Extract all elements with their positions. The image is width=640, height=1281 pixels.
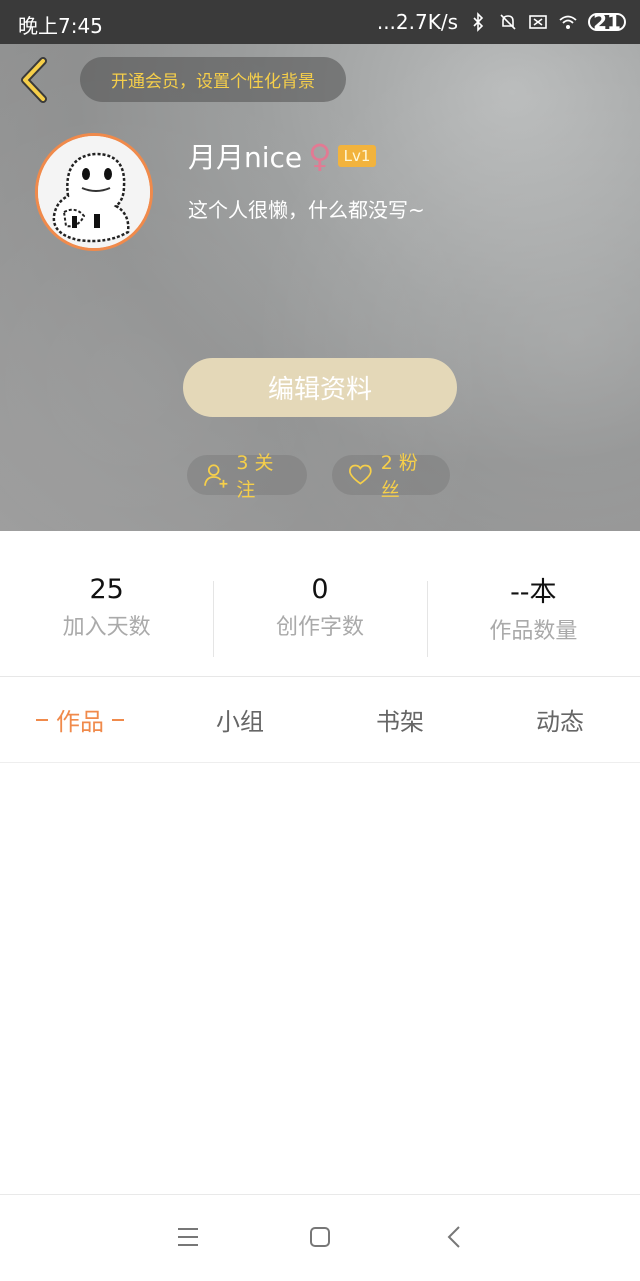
stats-row: 25 加入天数 0 创作字数 --本 作品数量	[0, 531, 640, 677]
followers-button[interactable]: 2 粉丝	[332, 452, 450, 501]
avatar-image	[38, 136, 150, 248]
edit-profile-button[interactable]: 编辑资料	[183, 358, 457, 417]
stat-label: 作品数量	[489, 619, 578, 644]
tab-label: 动态	[536, 708, 584, 736]
chevron-left-icon	[21, 57, 47, 103]
stat-value: --本	[510, 577, 557, 608]
username: 月月nice	[188, 141, 303, 174]
tab-label: 小组	[216, 708, 264, 736]
tab-works[interactable]: 作品	[0, 677, 160, 762]
active-indicator	[36, 718, 48, 721]
battery-icon: 21	[588, 10, 626, 34]
status-bar: 晚上7:45 ...2.7K/s 21	[0, 0, 640, 44]
chevron-left-icon	[447, 1226, 460, 1248]
user-add-icon	[204, 464, 228, 488]
tab-groups[interactable]: 小组	[160, 677, 320, 762]
menu-icon	[178, 1228, 198, 1246]
home-button[interactable]	[298, 1215, 342, 1259]
back-nav-button[interactable]	[432, 1215, 476, 1259]
status-icons: ...2.7K/s 21	[377, 10, 626, 34]
tab-content	[0, 763, 640, 1193]
stat-join-days: 25 加入天数	[0, 531, 213, 676]
stat-word-count: 0 创作字数	[213, 531, 426, 676]
tab-label: 书架	[376, 708, 424, 736]
square-icon	[310, 1227, 330, 1247]
mute-icon	[500, 14, 516, 30]
menu-button[interactable]	[166, 1215, 210, 1259]
status-time: 晚上7:45	[18, 14, 103, 38]
stat-value: 25	[89, 574, 124, 605]
stat-label: 加入天数	[62, 615, 151, 640]
tab-bookshelf[interactable]: 书架	[320, 677, 480, 762]
followers-label: 2 粉丝	[380, 452, 418, 501]
bluetooth-icon	[473, 12, 484, 32]
sim-icon	[529, 15, 547, 29]
following-button[interactable]: 3 关注	[187, 452, 307, 501]
user-bio: 这个人很懒，什么都没写~	[188, 198, 425, 222]
profile-header: 开通会员，设置个性化背景 月月nice ♀ Lv1 这个人很懒，什么都没写~ 编…	[0, 44, 640, 531]
back-button[interactable]	[14, 56, 54, 104]
heart-icon	[349, 464, 372, 485]
following-label: 3 关注	[236, 452, 274, 501]
tab-activity[interactable]: 动态	[480, 677, 640, 762]
wifi-icon	[559, 15, 577, 29]
female-icon: ♀	[308, 137, 332, 175]
level-badge: Lv1	[337, 145, 377, 167]
profile-tabs: 作品 小组 书架 动态	[0, 677, 640, 763]
system-nav-bar	[0, 1194, 640, 1281]
stat-works-count: --本 作品数量	[426, 531, 640, 676]
stat-value: 0	[311, 574, 329, 605]
user-name-row: 月月nice ♀ Lv1	[188, 136, 377, 176]
vip-background-prompt[interactable]: 开通会员，设置个性化背景	[80, 57, 346, 102]
active-indicator	[112, 718, 124, 721]
battery-level: 21	[593, 10, 621, 34]
stat-label: 创作字数	[275, 615, 364, 640]
tab-label: 作品	[56, 708, 104, 736]
network-speed: ...2.7K/s	[376, 10, 458, 34]
avatar[interactable]	[35, 133, 153, 251]
